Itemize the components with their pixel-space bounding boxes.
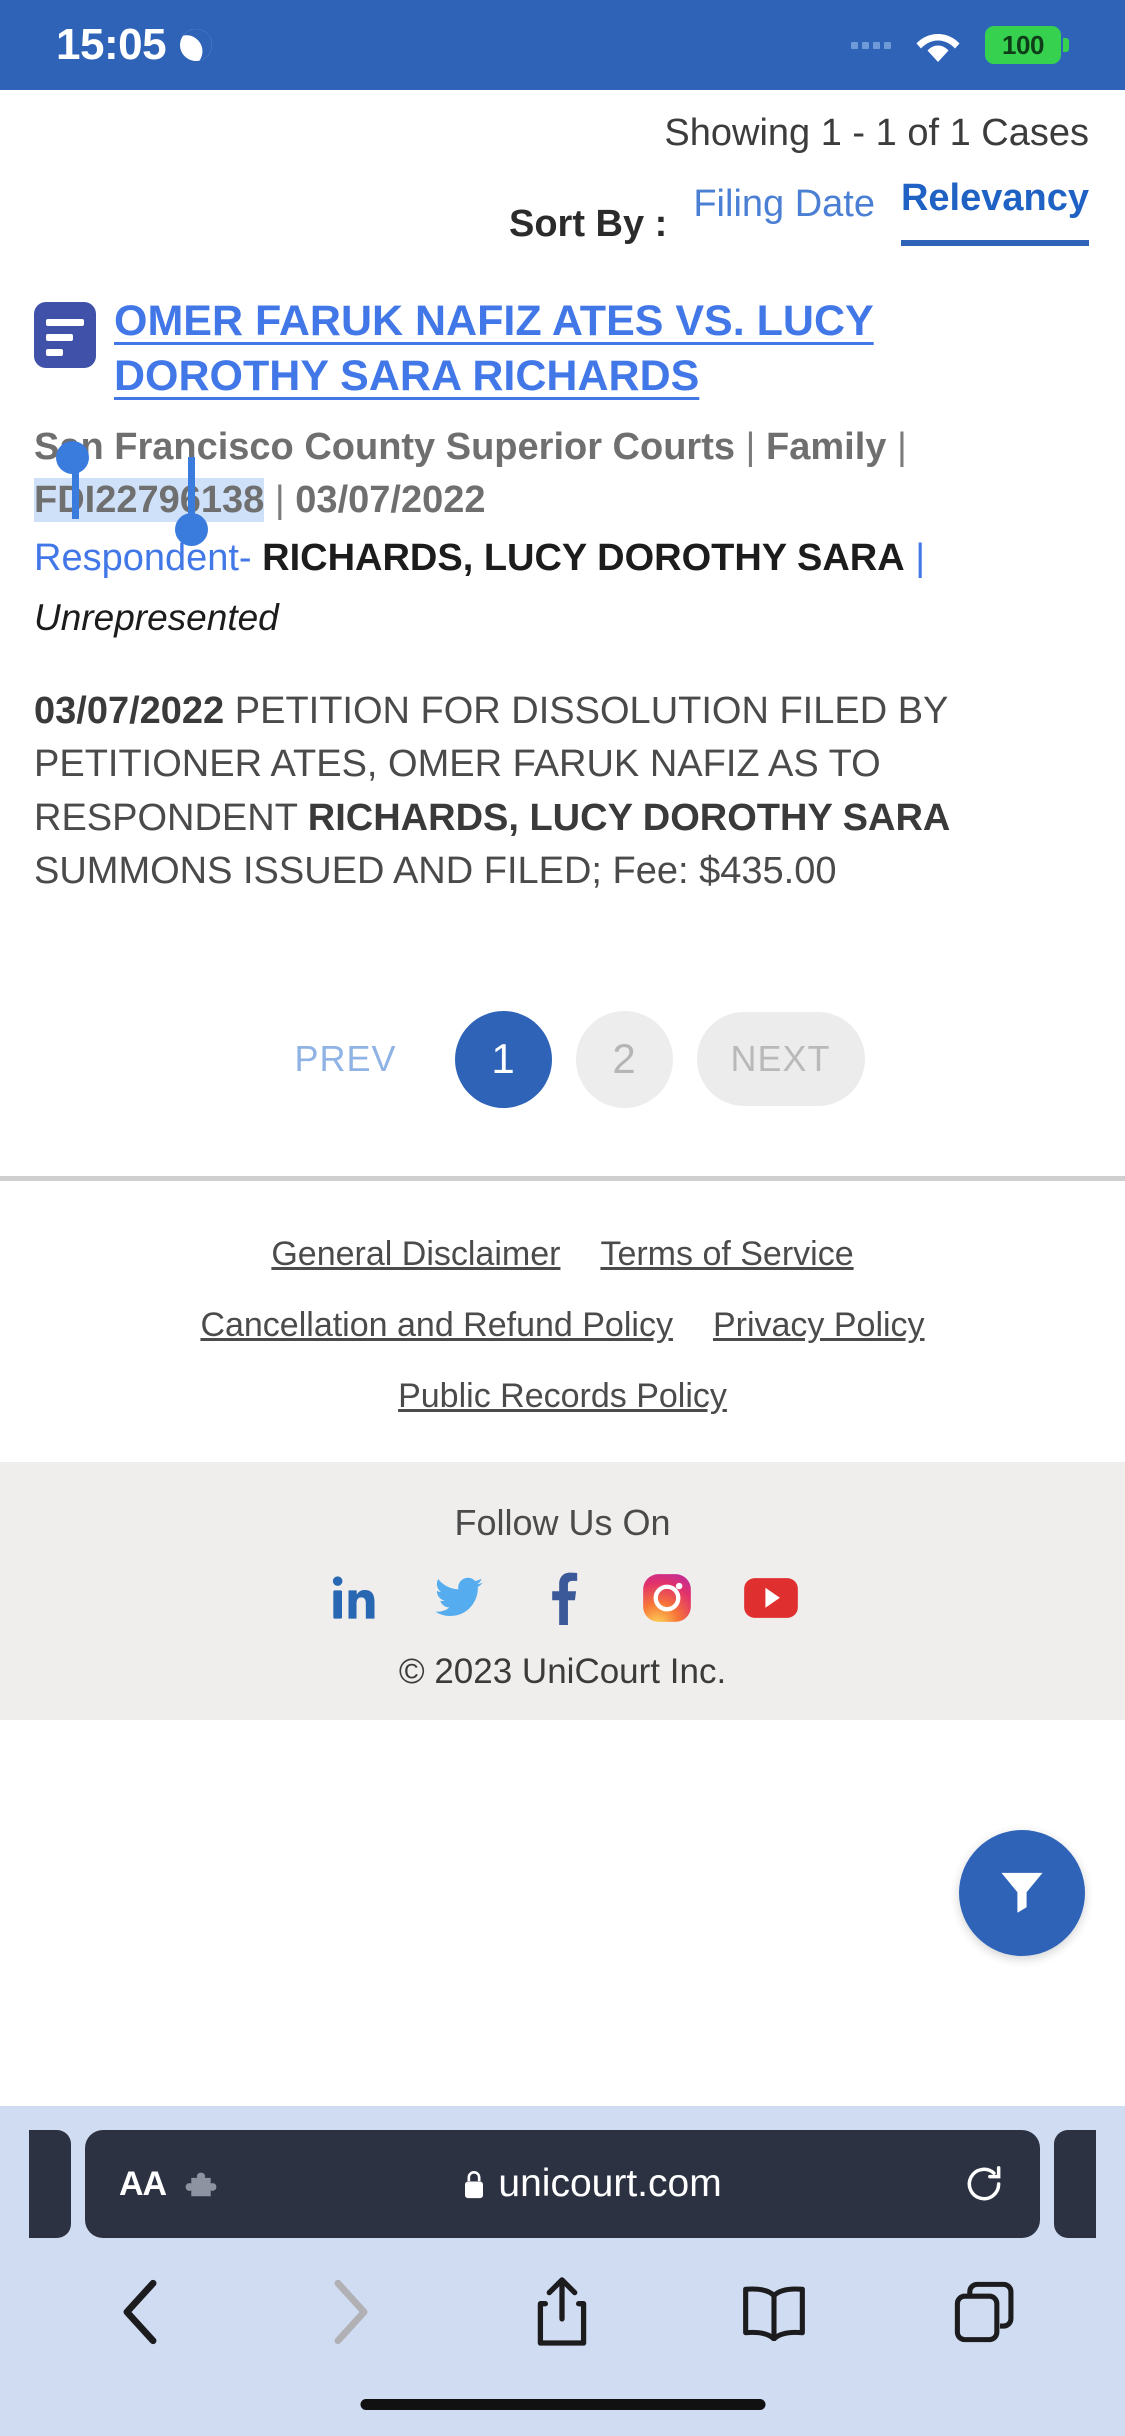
copyright-text: © 2023 UniCourt Inc. [398, 1651, 727, 1691]
follow-us-title: Follow Us On [454, 1501, 671, 1543]
crescent-moon-icon [180, 29, 212, 61]
footer-links: General Disclaimer Terms of Service Canc… [0, 1181, 1125, 1462]
party-separator: | [915, 537, 926, 580]
pagination: PREV 1 2 NEXT [34, 1010, 1091, 1108]
prev-tab-peek[interactable] [29, 2130, 71, 2238]
docket-text-part2: SUMMONS ISSUED AND FILED; Fee: $435.00 [34, 850, 837, 893]
share-icon[interactable] [522, 2272, 602, 2352]
link-general-disclaimer[interactable]: General Disclaimer [271, 1235, 560, 1274]
battery-cap [1063, 38, 1069, 52]
bookmarks-icon[interactable] [734, 2272, 814, 2352]
party-name: RICHARDS, LUCY DOROTHY SARA [262, 537, 905, 580]
pagination-next-button[interactable]: NEXT [696, 1012, 865, 1107]
battery-indicator: 100 [985, 26, 1069, 64]
browser-toolbar [0, 2272, 1125, 2352]
case-number-selected[interactable]: FDI22796138 [34, 477, 265, 522]
case-court: San Francisco County Superior Courts [34, 426, 735, 469]
link-privacy-policy[interactable]: Privacy Policy [713, 1306, 925, 1345]
footer-links-row-2: Cancellation and Refund Policy Privacy P… [0, 1306, 1125, 1345]
party-representation: Unrepresented [34, 597, 279, 639]
twitter-icon[interactable] [431, 1570, 487, 1626]
case-filing-date: 03/07/2022 [295, 478, 486, 521]
filter-funnel-icon [993, 1862, 1051, 1925]
document-lines-icon [34, 302, 96, 368]
text-size-label: AA [119, 2164, 167, 2203]
phone-screen: 15:05 100 Showing 1 - 1 of 1 Cases Sort … [0, 0, 1125, 2436]
battery-percent: 100 [985, 26, 1061, 64]
sort-by-label: Sort By : [508, 203, 668, 245]
social-icons-row [0, 1570, 1125, 1626]
back-icon[interactable] [100, 2272, 180, 2352]
case-party-line: Respondent- RICHARDS, LUCY DOROTHY SARA … [34, 532, 1091, 644]
sort-option-relevancy[interactable]: Relevancy [900, 177, 1089, 246]
docket-date: 03/07/2022 [34, 689, 225, 732]
pagination-prev-button[interactable]: PREV [260, 1012, 430, 1106]
link-terms-of-service[interactable]: Terms of Service [600, 1235, 853, 1274]
case-title-link[interactable]: OMER FARUK NAFIZ ATES VS. LUCY DOROTHY S… [114, 297, 874, 400]
page-content: Showing 1 - 1 of 1 Cases Sort By : Filin… [0, 90, 1125, 1720]
lock-icon [462, 2170, 484, 2199]
footer-links-row-1: General Disclaimer Terms of Service [0, 1235, 1125, 1274]
status-bar-right: 100 [851, 26, 1069, 64]
follow-us-section: Follow Us On © 2023 UniCourt Inc. [0, 1461, 1125, 1720]
facebook-icon[interactable] [535, 1570, 591, 1626]
link-public-records-policy[interactable]: Public Records Policy [398, 1377, 727, 1416]
case-title-row: OMER FARUK NAFIZ ATES VS. LUCY DOROTHY S… [34, 294, 1091, 403]
docket-entry: 03/07/2022 PETITION FOR DISSOLUTION FILE… [34, 685, 1091, 899]
case-meta-line: San Francisco County Superior Courts | F… [34, 421, 1091, 547]
url-display[interactable]: unicourt.com [222, 2162, 962, 2206]
instagram-icon[interactable] [639, 1570, 695, 1626]
status-bar-left: 15:05 [56, 20, 212, 70]
puzzle-piece-icon[interactable] [182, 2168, 222, 2200]
sort-option-filing-date[interactable]: Filing Date [693, 183, 875, 246]
status-bar: 15:05 100 [0, 0, 1125, 90]
filter-fab-button[interactable] [959, 1830, 1085, 1956]
forward-icon [311, 2272, 391, 2352]
docket-respondent: RICHARDS, LUCY DOROTHY SARA [307, 796, 951, 839]
case-result-card: OMER FARUK NAFIZ ATES VS. LUCY DOROTHY S… [0, 246, 1125, 1108]
text-size-button[interactable]: AA [119, 2164, 167, 2204]
footer-links-row-3: Public Records Policy [0, 1377, 1125, 1416]
next-tab-peek[interactable] [1054, 2130, 1096, 2238]
youtube-icon[interactable] [743, 1570, 799, 1626]
clock: 15:05 [56, 20, 167, 69]
signal-dots-icon [851, 41, 891, 49]
url-text: unicourt.com [498, 2162, 722, 2205]
url-bar[interactable]: AA unicourt.com [85, 2130, 1040, 2238]
reload-icon[interactable] [962, 2162, 1006, 2206]
party-role: Respondent- [34, 537, 252, 580]
case-type: Family [766, 426, 887, 469]
results-count: Showing 1 - 1 of 1 Cases [664, 112, 1089, 154]
tabs-icon[interactable] [945, 2272, 1025, 2352]
safari-browser-chrome: AA unicourt.com [0, 2106, 1125, 2436]
link-cancellation-refund-policy[interactable]: Cancellation and Refund Policy [200, 1306, 673, 1345]
linkedin-icon[interactable] [327, 1570, 383, 1626]
home-indicator [360, 2399, 765, 2410]
wifi-icon [915, 28, 961, 62]
results-count-row: Showing 1 - 1 of 1 Cases [0, 90, 1125, 155]
pagination-page-2[interactable]: 2 [575, 1010, 673, 1108]
pagination-page-1[interactable]: 1 [454, 1010, 552, 1108]
sort-by-row: Sort By : Filing Date Relevancy [0, 155, 1125, 246]
url-bar-row: AA unicourt.com [0, 2130, 1125, 2238]
